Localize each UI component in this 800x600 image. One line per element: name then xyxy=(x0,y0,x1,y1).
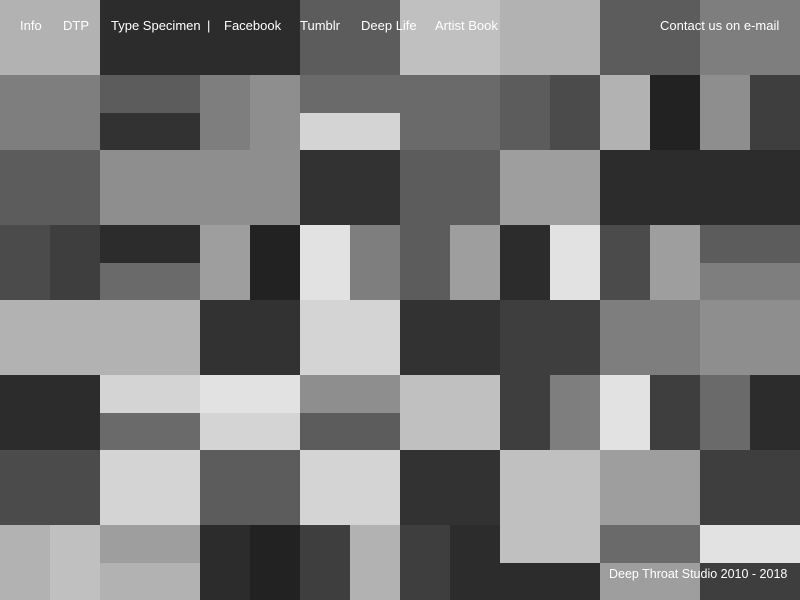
mosaic-tile xyxy=(100,225,200,263)
mosaic-tile xyxy=(650,375,700,450)
mosaic-tile xyxy=(650,75,700,150)
mosaic-tile xyxy=(300,375,400,413)
mosaic-tile xyxy=(500,225,550,300)
mosaic-tile xyxy=(300,225,350,300)
mosaic-tile xyxy=(300,150,400,225)
mosaic-tile xyxy=(100,263,200,300)
mosaic-tile xyxy=(400,150,500,225)
mosaic-tile xyxy=(0,525,50,600)
mosaic-tile xyxy=(100,450,200,525)
mosaic-tile xyxy=(100,113,200,150)
nav-link-artist-book[interactable]: Artist Book xyxy=(435,18,498,33)
mosaic-tile xyxy=(400,300,500,375)
mosaic-tile xyxy=(600,225,650,300)
mosaic-tile xyxy=(700,525,800,563)
mosaic-tile xyxy=(500,150,600,225)
mosaic-tile xyxy=(200,300,300,375)
mosaic-tile xyxy=(550,225,600,300)
mosaic-tile xyxy=(450,525,500,600)
mosaic-tile xyxy=(300,75,400,113)
mosaic-tile xyxy=(0,300,100,375)
mosaic-tile xyxy=(300,413,400,450)
mosaic-tile xyxy=(700,263,800,300)
nav-link-dtp[interactable]: DTP xyxy=(63,18,89,33)
mosaic-tile xyxy=(100,300,200,375)
mosaic-tile xyxy=(200,375,300,413)
mosaic-tile xyxy=(200,225,250,300)
nav-link-facebook[interactable]: Facebook xyxy=(224,18,281,33)
mosaic-tile xyxy=(300,450,400,525)
mosaic-tile xyxy=(250,75,300,150)
mosaic-tile xyxy=(350,525,400,600)
mosaic-tile xyxy=(400,75,500,150)
mosaic-tile xyxy=(500,563,600,600)
mosaic-tile xyxy=(400,450,500,525)
mosaic-tile xyxy=(600,375,650,450)
contact-email-link[interactable]: Contact us on e-mail xyxy=(660,18,779,33)
mosaic-tile xyxy=(300,300,400,375)
mosaic-tile xyxy=(600,300,700,375)
mosaic-tile xyxy=(0,225,50,300)
mosaic-tile xyxy=(700,150,800,225)
mosaic-tile xyxy=(300,113,400,150)
mosaic-tile xyxy=(550,75,600,150)
nav-link-tumblr[interactable]: Tumblr xyxy=(300,18,340,33)
mosaic-tile xyxy=(700,75,750,150)
mosaic-tile xyxy=(350,225,400,300)
mosaic-tile xyxy=(200,450,300,525)
mosaic-tile xyxy=(50,225,100,300)
mosaic-tile xyxy=(500,375,550,450)
mosaic-tile xyxy=(100,413,200,450)
mosaic-tile xyxy=(400,375,500,450)
top-navigation: Info DTP Type Specimen | Facebook Tumblr… xyxy=(0,0,800,52)
mosaic-tile xyxy=(500,450,600,525)
mosaic-tile xyxy=(100,150,200,225)
mosaic-tile xyxy=(50,525,100,600)
studio-credit: Deep Throat Studio 2010 - 2018 xyxy=(609,567,788,581)
mosaic-tile xyxy=(650,225,700,300)
mosaic-tile xyxy=(750,75,800,150)
mosaic-tile xyxy=(100,525,200,563)
nav-link-info[interactable]: Info xyxy=(20,18,42,33)
mosaic-tile xyxy=(200,75,250,150)
mosaic-tile xyxy=(450,225,500,300)
mosaic-tile xyxy=(200,150,300,225)
mosaic-tile xyxy=(700,225,800,263)
mosaic-tile xyxy=(700,450,800,525)
mosaic-tile xyxy=(200,413,300,450)
mosaic-tile xyxy=(0,375,100,450)
mosaic-tile xyxy=(750,375,800,450)
mosaic-tile xyxy=(600,525,700,563)
mosaic-tile xyxy=(300,525,350,600)
mosaic-tile xyxy=(100,75,200,113)
mosaic-tile xyxy=(700,375,750,450)
mosaic-tile xyxy=(500,525,600,563)
nav-link-type-specimen[interactable]: Type Specimen xyxy=(111,18,201,33)
mosaic-tile xyxy=(100,375,200,413)
mosaic-tile xyxy=(500,75,550,150)
mosaic-tile xyxy=(600,150,700,225)
mosaic-tile xyxy=(600,450,700,525)
mosaic-tile xyxy=(700,300,800,375)
gray-tile-mosaic xyxy=(0,0,800,600)
mosaic-tile xyxy=(600,75,650,150)
mosaic-tile xyxy=(400,225,450,300)
mosaic-tile xyxy=(200,525,250,600)
mosaic-tile xyxy=(250,525,300,600)
nav-link-deep-life[interactable]: Deep Life xyxy=(361,18,417,33)
mosaic-tile xyxy=(100,563,200,600)
mosaic-tile xyxy=(500,300,600,375)
mosaic-tile xyxy=(250,225,300,300)
mosaic-tile xyxy=(0,150,100,225)
mosaic-tile xyxy=(550,375,600,450)
mosaic-tile xyxy=(400,525,450,600)
mosaic-tile xyxy=(0,450,100,525)
nav-separator: | xyxy=(207,18,211,33)
mosaic-tile xyxy=(0,75,100,150)
